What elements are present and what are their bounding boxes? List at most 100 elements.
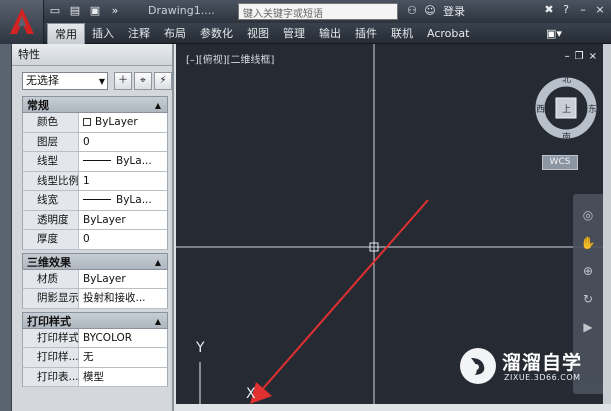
compass-west: 西 xyxy=(536,104,545,115)
user-icon[interactable]: ☺ xyxy=(423,4,437,18)
property-value[interactable]: 模型 xyxy=(79,367,167,386)
property-row[interactable]: 透明度 ByLayer xyxy=(22,210,168,230)
property-name: 线型 xyxy=(23,152,79,171)
open-folder-icon[interactable]: ▤ xyxy=(68,4,82,18)
showmotion-icon[interactable]: ▶ xyxy=(573,320,603,334)
property-value[interactable]: ByLa... xyxy=(79,191,167,210)
section-header[interactable]: 常规 ▲ xyxy=(22,96,168,113)
tab-6[interactable]: 管理 xyxy=(276,23,312,44)
property-row[interactable]: 线型 ByLa... xyxy=(22,152,168,172)
tab-0[interactable]: 常用 xyxy=(47,23,85,44)
compass-east: 东 xyxy=(588,103,597,115)
tab-3[interactable]: 布局 xyxy=(157,23,193,44)
property-row[interactable]: 打印样式 BYCOLOR xyxy=(22,328,168,348)
tab-8[interactable]: 插件 xyxy=(348,23,384,44)
new-file-icon[interactable]: ▭ xyxy=(48,4,62,18)
select-objects-button[interactable]: ⌖ xyxy=(134,72,152,90)
property-name: 阴影显示 xyxy=(23,289,79,308)
tab-4[interactable]: 参数化 xyxy=(193,23,240,44)
quick-access-toolbar: ▭ ▤ ▣ » xyxy=(48,4,122,18)
zoom-icon[interactable]: ⊕ xyxy=(573,264,603,278)
property-value[interactable]: 无 xyxy=(79,348,167,367)
tab-1[interactable]: 插入 xyxy=(85,23,121,44)
property-value[interactable]: BYCOLOR xyxy=(79,328,167,347)
property-name: 线宽 xyxy=(23,191,79,210)
property-value[interactable]: 投射和接收... xyxy=(79,289,167,308)
property-row[interactable]: 厚度 0 xyxy=(22,230,168,250)
ribbon-options-icon[interactable]: ▣▾ xyxy=(546,27,562,40)
tab-5[interactable]: 视图 xyxy=(240,23,276,44)
help-icon[interactable]: ? xyxy=(559,3,573,17)
section-header[interactable]: 打印样式 ▲ xyxy=(22,311,168,330)
panel-title-strip[interactable] xyxy=(0,44,12,411)
steering-wheel-icon[interactable]: ◎ xyxy=(573,208,603,222)
property-row[interactable]: 线宽 ByLa... xyxy=(22,191,168,211)
tab-10[interactable]: Acrobat xyxy=(420,23,476,44)
close-icon[interactable]: × xyxy=(593,3,607,17)
orbit-icon[interactable]: ↻ xyxy=(573,292,603,306)
line-sample-icon xyxy=(83,160,111,161)
search-placeholder: 键入关键字或短语 xyxy=(243,9,323,20)
property-section: 打印样式 ▲ 打印样式 BYCOLOR 打印样... 无打印表... 模型 xyxy=(22,311,168,391)
property-value[interactable]: ByLa... xyxy=(79,152,167,171)
property-row[interactable]: 阴影显示 投射和接收... xyxy=(22,289,168,309)
section-header[interactable]: 三维效果 ▲ xyxy=(22,252,168,271)
property-name: 透明度 xyxy=(23,210,79,229)
selection-dropdown[interactable]: 无选择 ▼ xyxy=(22,72,108,90)
document-title: Drawing1.... xyxy=(148,4,215,17)
watermark-brand: 溜溜自学 xyxy=(502,352,583,374)
watermark-logo-icon xyxy=(460,348,496,384)
property-sections: 常规 ▲ 颜色 ByLayer 图层 0 线型 ByLa... 线型比例 1 线宽 ByLa... 透明… xyxy=(12,96,172,390)
property-row[interactable]: 打印样... 无 xyxy=(22,348,168,368)
watermark: 溜溜自学 ZIXUE.3D66.COM xyxy=(456,344,606,388)
property-row[interactable]: 线型比例 1 xyxy=(22,171,168,191)
viewport-restore-icon[interactable]: ❐ xyxy=(575,52,584,62)
property-value[interactable]: ByLayer xyxy=(79,210,167,229)
cursor-icon: ⌖ xyxy=(140,75,146,86)
collapse-icon[interactable]: ▲ xyxy=(155,97,161,114)
property-value[interactable]: 0 xyxy=(79,132,167,151)
arrow-shaft xyxy=(259,199,429,393)
quick-select-button[interactable]: ⚡ xyxy=(154,72,172,90)
toggle-pickadd-button[interactable]: ＋ xyxy=(114,72,132,90)
wcs-menu[interactable]: WCS xyxy=(542,155,578,170)
property-value-text: 投射和接收... xyxy=(83,292,146,304)
login-link[interactable]: 登录 xyxy=(443,3,465,19)
viewport-controls-label[interactable]: [–][俯视][二维线框] xyxy=(186,51,274,66)
property-value[interactable]: 1 xyxy=(79,171,167,190)
pan-icon[interactable]: ✋ xyxy=(573,236,603,250)
color-swatch-icon xyxy=(83,118,91,126)
property-row[interactable]: 材质 ByLayer xyxy=(22,269,168,289)
watermark-url: ZIXUE.3D66.COM xyxy=(504,373,581,382)
search-input[interactable]: 键入关键字或短语 xyxy=(238,3,398,20)
viewport-close-icon[interactable]: × xyxy=(589,52,597,62)
save-icon[interactable]: ▣ xyxy=(88,4,102,18)
tab-9[interactable]: 联机 xyxy=(384,23,420,44)
ucs-axis-x: X xyxy=(246,386,256,402)
property-value-text: ByLayer xyxy=(83,213,126,226)
filter-icon: ⚡ xyxy=(159,75,167,86)
property-value[interactable]: ByLayer xyxy=(79,113,167,132)
status-area xyxy=(176,404,611,411)
collapse-icon[interactable]: ▲ xyxy=(155,254,161,271)
viewport-minimize-icon[interactable]: – xyxy=(565,52,570,62)
property-row[interactable]: 图层 0 xyxy=(22,132,168,152)
property-value-text: 无 xyxy=(83,351,94,363)
property-value-text: BYCOLOR xyxy=(83,331,133,344)
section-title: 三维效果 xyxy=(27,255,71,269)
collapse-icon[interactable]: ▲ xyxy=(155,313,161,330)
minimize-icon[interactable]: – xyxy=(576,3,590,17)
exchange-icon[interactable]: ✖ xyxy=(542,3,556,17)
more-icon[interactable]: » xyxy=(108,4,122,18)
property-row[interactable]: 打印表... 模型 xyxy=(22,367,168,387)
property-row[interactable]: 颜色 ByLayer xyxy=(22,113,168,133)
property-value-text: 0 xyxy=(83,135,90,148)
binoculars-icon[interactable]: ⚇ xyxy=(405,4,419,18)
application-menu-button[interactable] xyxy=(0,0,44,44)
property-value[interactable]: 0 xyxy=(79,230,167,249)
property-value[interactable]: ByLayer xyxy=(79,269,167,288)
tab-7[interactable]: 输出 xyxy=(312,23,348,44)
properties-panel: 特性 无选择 ▼ ＋ ⌖ ⚡ 常规 ▲ 颜色 ByLayer 图层 0 线型 ByLa... 线… xyxy=(12,44,174,411)
property-value-text: ByLa... xyxy=(116,194,152,206)
tab-2[interactable]: 注释 xyxy=(121,23,157,44)
